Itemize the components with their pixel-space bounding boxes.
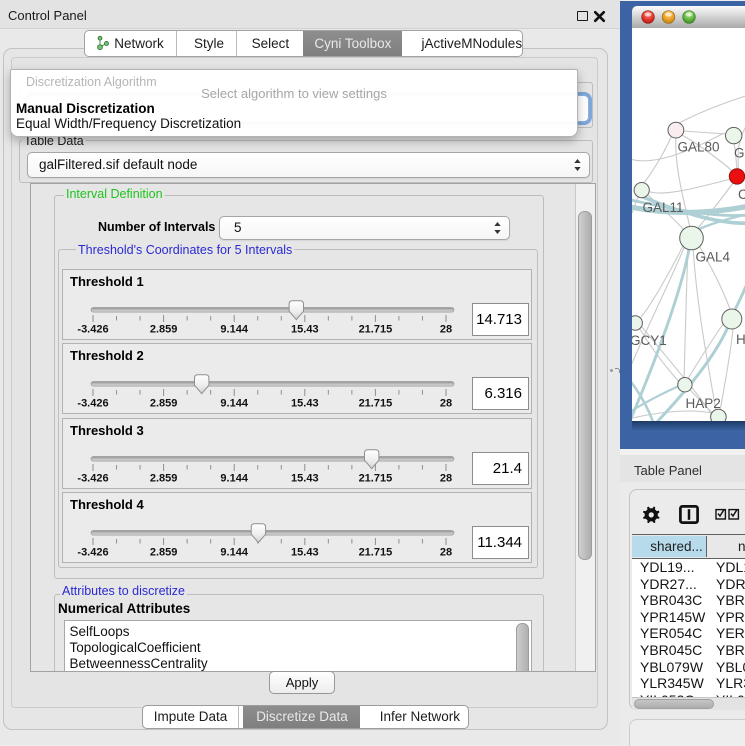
svg-text:GAL4: GAL4 <box>695 250 730 265</box>
svg-text:C: C <box>738 187 745 202</box>
svg-text:21.715: 21.715 <box>359 546 393 558</box>
svg-text:28: 28 <box>440 472 452 484</box>
svg-text:9.144: 9.144 <box>220 398 248 410</box>
svg-text:2.859: 2.859 <box>150 472 178 484</box>
svg-text:GAL80: GAL80 <box>677 140 719 155</box>
svg-text:15.43: 15.43 <box>291 398 319 410</box>
svg-text:15.43: 15.43 <box>291 472 319 484</box>
svg-text:-3.426: -3.426 <box>77 398 108 410</box>
svg-text:21.715: 21.715 <box>359 472 393 484</box>
svg-text:-3.426: -3.426 <box>77 472 108 484</box>
svg-text:GAL11: GAL11 <box>642 200 683 215</box>
svg-text:-3.426: -3.426 <box>77 546 108 558</box>
svg-text:G.: G. <box>734 146 745 161</box>
svg-text:H: H <box>736 332 745 347</box>
svg-text:HAP2: HAP2 <box>685 396 720 411</box>
svg-text:28: 28 <box>440 324 452 336</box>
svg-text:28: 28 <box>440 398 452 410</box>
svg-text:9.144: 9.144 <box>220 324 248 336</box>
svg-text:2.859: 2.859 <box>150 398 178 410</box>
svg-text:21.715: 21.715 <box>359 324 393 336</box>
svg-text:21.715: 21.715 <box>359 398 393 410</box>
svg-text:28: 28 <box>440 546 452 558</box>
svg-text:9.144: 9.144 <box>220 546 248 558</box>
svg-text:2.859: 2.859 <box>150 546 178 558</box>
svg-text:15.43: 15.43 <box>291 546 319 558</box>
svg-text:GCY1: GCY1 <box>632 333 667 348</box>
svg-text:9.144: 9.144 <box>220 472 248 484</box>
svg-text:15.43: 15.43 <box>291 324 319 336</box>
svg-text:-3.426: -3.426 <box>77 324 108 336</box>
svg-text:2.859: 2.859 <box>150 324 178 336</box>
